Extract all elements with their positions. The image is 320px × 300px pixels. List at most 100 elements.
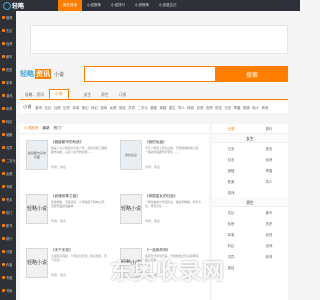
sidebar-item[interactable]: 游戏 [0,89,16,102]
book-title[interactable]: 《超级都市的系统》 [51,140,109,145]
category-link[interactable]: 科幻 [91,105,98,110]
rank-link[interactable]: 都市 [254,210,284,215]
category-link[interactable]: 青春 [234,105,241,110]
book-cover[interactable]: 我的仙途 [120,140,142,170]
tab-home[interactable]: 轻略 - 资讯 [20,91,49,99]
sidebar-item[interactable]: 仙侠 [0,37,16,50]
book-title[interactable]: 《天下无双》 [51,248,109,253]
rank-link[interactable]: 体育 [254,254,284,259]
top-nav-item[interactable]: 小说诞生记 [154,0,182,11]
top-nav-item[interactable]: 小说榜单 [130,0,154,11]
sidebar-item[interactable]: 都市 [0,50,16,63]
category-link[interactable]: 女频 [110,105,117,110]
category-link[interactable]: 古言 [224,105,231,110]
rank-link[interactable]: 军事 [216,232,246,237]
category-link[interactable]: 同人 [178,105,185,110]
sidebar-item[interactable]: 军事 [0,76,16,89]
rank-link[interactable]: 现言 [254,146,284,151]
category-link[interactable]: 游戏 [100,105,107,110]
sidebar-item[interactable]: 排行 [0,232,16,245]
sidebar-item[interactable]: 灵异 [0,141,16,154]
sidebar-item[interactable]: 专题 [0,271,16,284]
book-title[interactable]: 《一品炼药师》 [145,248,203,253]
rank-link[interactable]: 游戏 [216,190,246,195]
sidebar-item[interactable]: 新书 [0,219,16,232]
category-link[interactable]: 现言 [215,105,222,110]
rank-link[interactable]: 科幻 [216,243,246,248]
book-cover[interactable]: 轻略小说 [26,248,48,278]
category-link[interactable]: 重生 [169,105,176,110]
list-tab-recommend[interactable]: 小说推荐 [24,126,38,131]
rank-link[interactable]: 仙侠 [216,221,246,226]
tab-male[interactable]: 男生 [96,91,114,99]
top-nav-item[interactable]: 小说推荐 [82,0,106,11]
category-link[interactable]: 都市 [35,105,42,110]
rank-link[interactable]: 悬疑 [216,168,246,173]
tab-novel[interactable]: 小说 [48,89,69,99]
rank-tab-ranking[interactable]: 排行 [250,124,288,133]
category-link[interactable]: 仙侠 [54,105,61,110]
category-link[interactable]: 二次元 [137,105,147,110]
book-title[interactable]: 《帝国皇女的归途》 [145,194,203,199]
category-link[interactable]: 修真 [187,105,194,110]
sidebar-item[interactable]: 女频 [0,167,16,180]
category-link[interactable]: 玄幻 [45,105,52,110]
category-link[interactable]: 其他 [262,105,269,110]
sidebar-item[interactable]: 悬疑 [0,128,16,141]
rank-link[interactable]: 仙侠 [254,157,284,162]
book-cover[interactable]: 轻略小说 [120,194,142,224]
category-link[interactable]: 军事 [73,105,80,110]
rank-link[interactable]: 古言 [216,146,246,151]
rank-link[interactable]: 历史 [254,221,284,226]
book-card[interactable]: 超级都市系统 封面 《超级都市的系统》 他是个从小独自长大的少年，意外获得了超级… [22,134,112,176]
rank-link[interactable]: 游戏 [254,243,284,248]
sidebar-item[interactable]: 书单 [0,180,16,193]
category-link[interactable]: 竞技 [119,105,126,110]
category-link[interactable]: 历史 [63,105,70,110]
category-link[interactable]: 奇幻 [82,105,89,110]
sidebar-item[interactable]: 热门 [0,206,16,219]
sidebar-item[interactable]: 历史 [0,63,16,76]
rank-link[interactable]: 同人 [254,179,284,184]
top-nav-item[interactable]: 就在首页 [58,0,82,11]
search-button[interactable]: 搜索 [216,66,288,82]
category-link[interactable]: 武侠 [197,105,204,110]
list-tab-hot[interactable]: 热门 [54,126,61,131]
list-tab-latest[interactable]: 最新 [42,126,49,131]
brand-logo[interactable]: 轻略 资讯 小说 [20,69,64,79]
tab-subscribe[interactable]: 订阅 [114,91,132,99]
category-link[interactable]: 穿越 [159,105,166,110]
rank-link[interactable]: 幻言 [216,157,246,162]
rank-tab-category[interactable]: 分类 [212,124,250,133]
book-card[interactable]: 轻略小说 《武魂帝尊之祖》 武魂觉醒，天赋逆天，少年崛起于微末之间，誓要登临武道… [22,188,112,230]
sidebar-item[interactable]: 二次元 [0,154,16,167]
category-link[interactable]: 灵异 [128,105,135,110]
rank-link[interactable]: 玄幻 [216,210,246,215]
book-title[interactable]: 《武魂帝尊之祖》 [51,194,109,199]
book-cover[interactable]: 超级都市系统 封面 [26,140,48,170]
category-link[interactable]: 言情 [206,105,213,110]
sidebar-item[interactable]: 完本 [0,193,16,206]
book-card[interactable]: 轻略小说 《帝国皇女的归途》 一朝穿越成为帝国皇女，她运筹帷幄，步步为营，终登高… [116,188,206,230]
sidebar-item[interactable]: 作者 [0,258,16,271]
search-input[interactable] [84,66,216,82]
sidebar-item[interactable]: 推荐 [0,11,16,24]
category-link[interactable]: 轻小 [252,105,259,110]
sidebar-item[interactable]: 科幻 [0,115,16,128]
top-nav-item[interactable]: 小说排行 [106,0,130,11]
category-link[interactable]: 悬疑 [150,105,157,110]
sidebar-item[interactable]: 玄幻 [0,24,16,37]
sidebar-item[interactable]: 分类 [0,245,16,258]
rank-link[interactable]: 青春 [254,168,284,173]
rank-link[interactable]: 耽美 [216,179,246,184]
site-logo[interactable]: 轻略 [0,0,28,11]
sidebar-item[interactable]: 体育 [0,102,16,115]
sidebar-item[interactable]: 书库 [0,284,16,297]
book-card[interactable]: 轻略小说 《天下无双》 江湖风云再起，少年仗剑天涯，快意恩仇，天下无双…… 作者… [22,242,112,284]
category-link[interactable]: 耽美 [243,105,250,110]
book-cover[interactable]: 轻略小说 [26,194,48,224]
book-card[interactable]: 我的仙途 《我的仙途》 平凡少年踏上修仙之路，历经磨难终成大道，一路斩妖除魔守护… [116,134,206,176]
book-title[interactable]: 《我的仙途》 [145,140,203,145]
tab-female[interactable]: 女生 [79,91,97,99]
rank-link[interactable]: 武侠 [254,232,284,237]
